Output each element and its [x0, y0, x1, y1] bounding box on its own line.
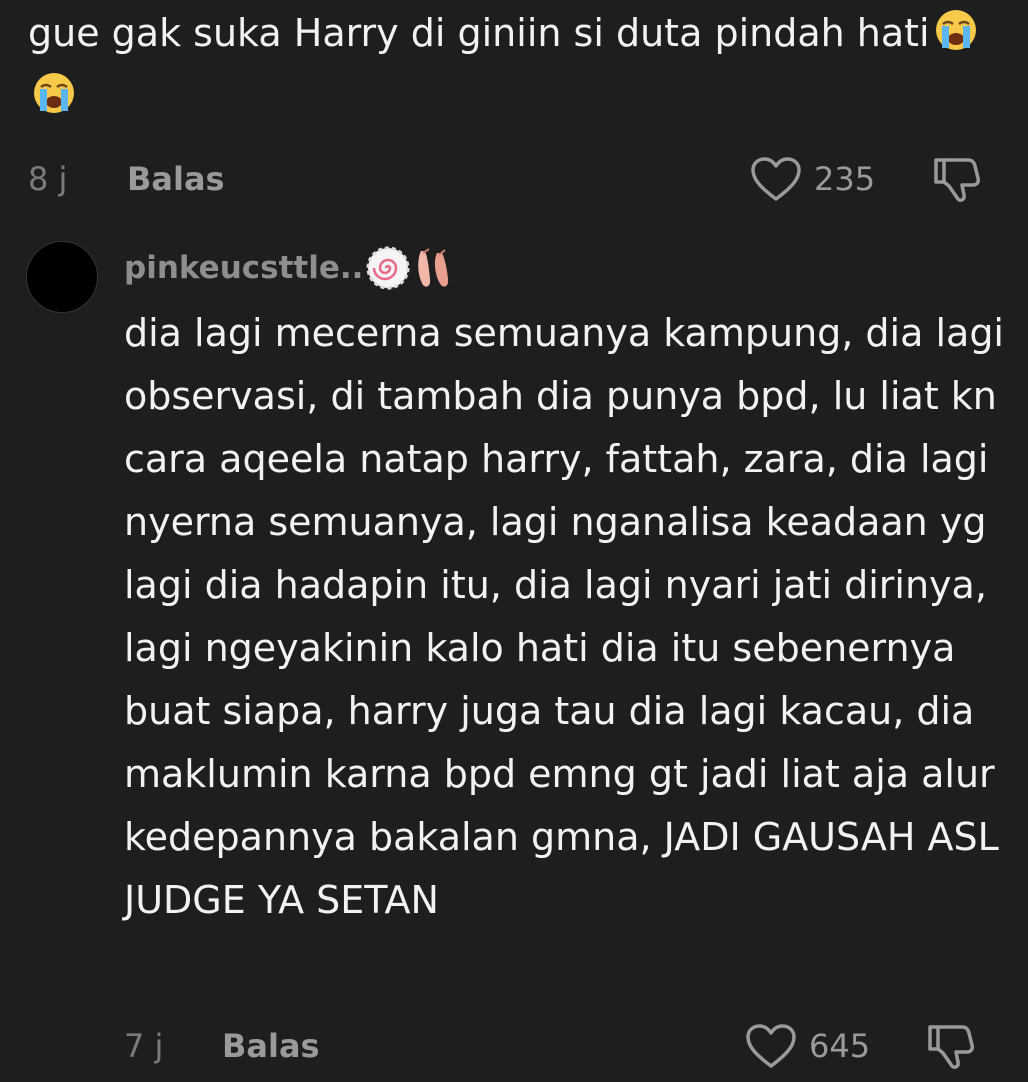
like-count: 645: [809, 1027, 871, 1065]
ballet-shoes-emoji-icon: [418, 248, 449, 287]
like-button[interactable]: 645: [745, 1021, 870, 1071]
reply-button[interactable]: Balas: [222, 1021, 320, 1071]
dislike-icon[interactable]: [924, 1021, 976, 1071]
fish-cake-emoji-icon: [366, 246, 410, 290]
username-row: pinkeucsttle..: [124, 240, 457, 296]
comment-text: gue gak suka Harry di giniin si duta pin…: [28, 2, 988, 128]
like-count: 235: [814, 160, 876, 198]
comment-timestamp: 8 j: [28, 160, 68, 198]
crying-face-emoji-icon: [34, 73, 74, 113]
reply-button[interactable]: Balas: [127, 154, 225, 204]
comment-text: dia lagi mecerna semuanya kampung, dia l…: [124, 311, 1004, 922]
dislike-icon[interactable]: [930, 154, 982, 204]
comment-timestamp: 7 j: [124, 1027, 164, 1065]
avatar[interactable]: [26, 241, 98, 313]
heart-icon: [746, 1024, 796, 1068]
heart-icon: [751, 157, 801, 201]
crying-face-emoji-icon: [935, 10, 976, 50]
username[interactable]: pinkeucsttle..: [124, 250, 363, 286]
like-button[interactable]: 235: [750, 154, 875, 204]
